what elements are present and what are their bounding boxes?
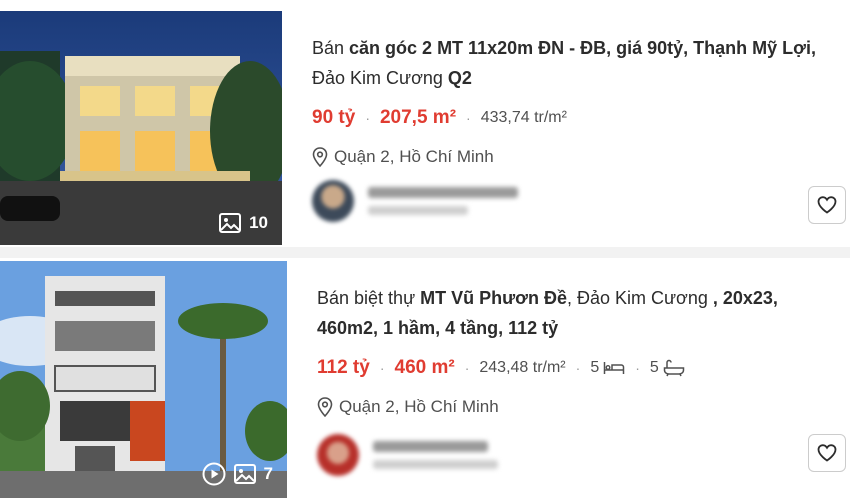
photo-count: 7 [263,464,273,483]
agent-info[interactable] [312,180,518,222]
listing-photo[interactable]: 7 [0,261,287,498]
separator-dot: · [365,110,370,126]
listing-card[interactable]: 10 Bán căn góc 2 MT 11x20m ĐN - ĐB, giá … [0,0,850,247]
play-circle-icon [202,462,226,486]
agent-name-blurred [368,187,518,198]
price-per-m2: 433,74 tr/m² [480,109,567,126]
separator-dot: · [575,360,581,376]
listing-location: Quận 2, Hồ Chí Minh [317,397,837,417]
favorite-button[interactable] [808,434,846,472]
avatar [312,180,354,222]
listing-title[interactable]: Bán căn góc 2 MT 11x20m ĐN - ĐB, giá 90t… [312,33,832,93]
location-pin-icon [312,147,328,167]
agent-info[interactable] [317,434,498,476]
favorite-button[interactable] [808,186,846,224]
listing-price: 90 tỷ [312,107,356,128]
location-text: Quận 2, Hồ Chí Minh [339,397,499,416]
agent-name-blurred [373,441,488,452]
price-per-m2: 243,48 tr/m² [479,359,566,376]
bedroom-count: 5 [590,359,600,376]
heart-icon [817,196,837,214]
title-text: Bán biệt thự [317,288,421,308]
villa-night-photo [0,11,282,245]
title-text: Bán [312,38,350,58]
location-text: Quận 2, Hồ Chí Minh [334,147,494,166]
agent-sub-blurred [373,460,498,469]
photo-count-badge: 10 [219,213,268,233]
title-text-bold: MT Vũ Phươn Đề [420,288,567,308]
bathrooms: 5 [650,359,685,377]
separator-dot: · [466,110,471,126]
location-pin-icon [317,397,333,417]
listing-area: 207,5 m² [379,107,457,128]
title-text: , Đảo Kim Cương [566,288,713,308]
separator-dot: · [464,360,470,376]
listing-area: 460 m² [394,357,455,378]
listing-card[interactable]: 7 Bán biệt thự MT Vũ Phươn Đề, Đảo Kim C… [0,258,850,500]
avatar [317,434,359,476]
photo-count-badge: 7 [202,462,273,486]
title-text: Đảo Kim Cương [312,68,448,88]
title-text-bold: Q2 [447,68,472,88]
image-icon [233,464,256,484]
heart-icon [817,444,837,462]
listing-title[interactable]: Bán biệt thự MT Vũ Phươn Đề, Đảo Kim Cươ… [317,283,837,343]
photo-count: 10 [249,213,268,232]
listing-photo[interactable]: 10 [0,11,282,245]
bath-icon [663,359,685,377]
agent-sub-blurred [368,206,468,215]
listing-location: Quận 2, Hồ Chí Minh [312,147,832,167]
bed-icon [603,362,625,374]
listing-price: 112 tỷ [317,357,370,378]
bathroom-count: 5 [649,359,659,376]
bedrooms: 5 [590,359,625,377]
separator-dot: · [379,360,385,376]
separator-dot: · [635,360,640,376]
title-text-bold: căn góc 2 MT 11x20m ĐN - ĐB, giá 90tỷ, T… [349,38,816,58]
image-icon [219,213,242,233]
